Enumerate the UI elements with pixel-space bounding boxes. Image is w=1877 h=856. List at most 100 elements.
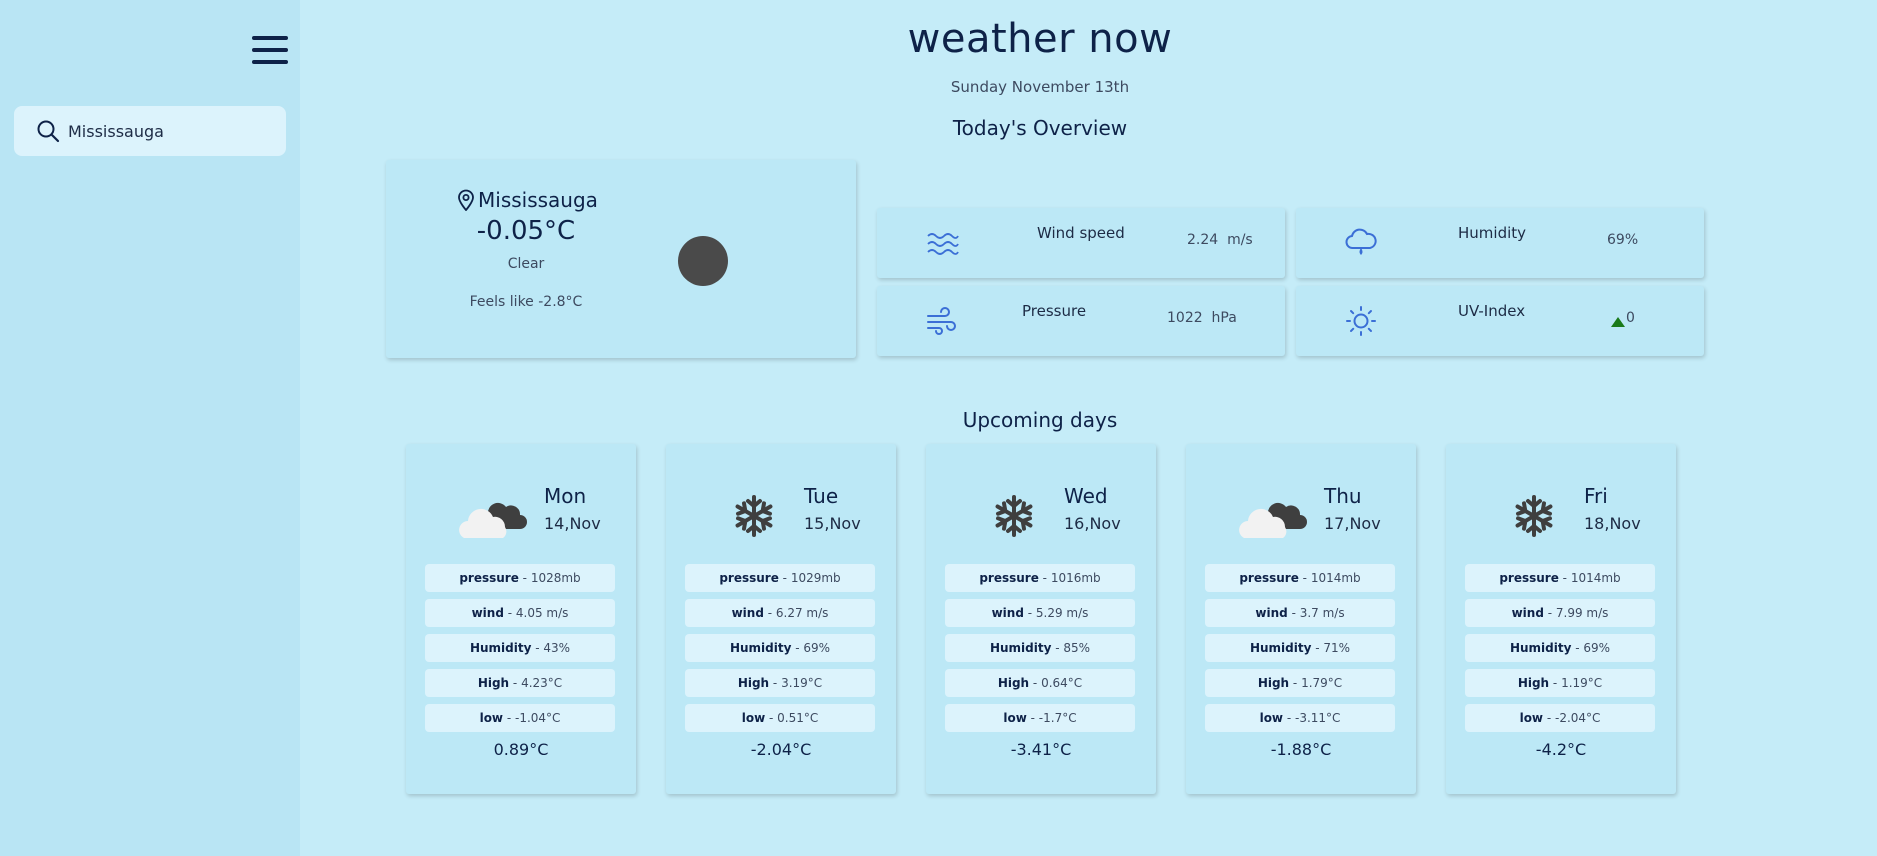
search-icon — [37, 120, 60, 143]
forecast-wind: wind - 6.27 m/s — [685, 599, 875, 627]
forecast-humidity-label: Humidity — [469, 641, 532, 655]
forecast-wind-label: wind — [731, 606, 764, 620]
forecast-wind-label: wind — [1255, 606, 1288, 620]
upcoming-title: Upcoming days — [962, 408, 1118, 432]
forecast-humidity-value: - 71% — [1311, 641, 1351, 655]
forecast-humidity-label: Humidity — [1249, 641, 1312, 655]
current-date: Sunday November 13th — [950, 78, 1130, 96]
forecast-high-value: - 1.19°C — [1549, 676, 1603, 690]
forecast-humidity-label: Humidity — [1509, 641, 1572, 655]
forecast-wind-value: - 3.7 m/s — [1287, 606, 1345, 620]
forecast-pressure: pressure - 1029mb — [685, 564, 875, 592]
overview-title: Today's Overview — [952, 116, 1128, 140]
forecast-wind-value: - 7.99 m/s — [1543, 606, 1609, 620]
forecast-low-label: low — [479, 711, 504, 725]
cloudy-icon — [459, 502, 527, 538]
forecast-wind: wind - 7.99 m/s — [1465, 599, 1655, 627]
forecast-card-thu: Thu 17,Nov pressure - 1014mb wind - 3.7 m/s… — [1186, 444, 1416, 794]
forecast-pressure-label: pressure — [1239, 571, 1299, 585]
metric-label: Wind speed — [1037, 224, 1125, 242]
forecast-pressure-label: pressure — [1499, 571, 1559, 585]
forecast-low-label: low — [1259, 711, 1284, 725]
snowflake-icon — [1515, 495, 1553, 537]
forecast-date: 14,Nov — [544, 514, 601, 533]
forecast-day-name: Wed — [1064, 484, 1108, 508]
forecast-high-value: - 1.79°C — [1289, 676, 1343, 690]
forecast-humidity-value: - 69% — [791, 641, 831, 655]
forecast-pressure: pressure - 1014mb — [1205, 564, 1395, 592]
forecast-low-value: - -2.04°C — [1543, 711, 1601, 725]
forecast-wind-value: - 6.27 m/s — [763, 606, 829, 620]
forecast-pressure-value: - 1028mb — [518, 571, 581, 585]
forecast-high-label: High — [997, 676, 1030, 690]
forecast-pressure: pressure - 1016mb — [945, 564, 1135, 592]
forecast-pressure-label: pressure — [719, 571, 779, 585]
forecast-date: 16,Nov — [1064, 514, 1121, 533]
forecast-date: 15,Nov — [804, 514, 861, 533]
metric-uv-index: UV-Index 0 — [1296, 286, 1704, 356]
snowflake-icon — [995, 495, 1033, 537]
metric-value: 69% — [1607, 232, 1639, 248]
forecast-temperature: 0.89°C — [493, 740, 549, 759]
forecast-low-label: low — [1003, 711, 1027, 725]
forecast-low-label: low — [1519, 711, 1544, 725]
forecast-pressure-value: - 1014mb — [1558, 571, 1621, 585]
forecast-humidity: Humidity - 69% — [685, 634, 875, 662]
forecast-temperature: -3.41°C — [1010, 740, 1072, 759]
forecast-low: low - -1.04°C — [425, 704, 615, 732]
forecast-low-label: low — [741, 711, 766, 725]
forecast-high: High - 1.79°C — [1205, 669, 1395, 697]
current-weather-card: Mississauga -0.05°C Clear Feels like -2.… — [386, 160, 856, 358]
forecast-pressure: pressure - 1028mb — [425, 564, 615, 592]
current-temperature: -0.05°C — [476, 216, 576, 246]
metric-pressure: Pressure 1022 hPa — [877, 286, 1285, 356]
wind-gust-icon — [927, 307, 956, 335]
forecast-day-name: Mon — [544, 484, 587, 508]
forecast-pressure-label: pressure — [979, 571, 1039, 585]
metric-wind-speed: Wind speed 2.24 m/s — [877, 208, 1285, 278]
snowflake-icon — [735, 495, 773, 537]
forecast-high-value: - 0.64°C — [1029, 676, 1083, 690]
forecast-humidity: Humidity - 43% — [425, 634, 615, 662]
rain-cloud-icon — [1345, 228, 1377, 255]
forecast-day-name: Tue — [804, 484, 839, 508]
forecast-wind: wind - 5.29 m/s — [945, 599, 1135, 627]
search-box[interactable] — [14, 106, 286, 156]
search-input[interactable] — [66, 120, 266, 142]
forecast-low-value: - -1.04°C — [503, 711, 561, 725]
forecast-date: 18,Nov — [1584, 514, 1641, 533]
sidebar — [0, 0, 300, 856]
forecast-pressure-value: - 1029mb — [778, 571, 841, 585]
forecast-high-value: - 4.23°C — [509, 676, 563, 690]
forecast-high: High - 4.23°C — [425, 669, 615, 697]
sun-icon — [1346, 306, 1376, 336]
forecast-humidity-value: - 69% — [1571, 641, 1611, 655]
hamburger-menu-icon[interactable] — [252, 36, 288, 64]
forecast-low-value: - -1.7°C — [1026, 711, 1077, 725]
wind-waves-icon — [927, 233, 959, 255]
forecast-wind-value: - 5.29 m/s — [1023, 606, 1089, 620]
forecast-wind-label: wind — [471, 606, 504, 620]
forecast-high: High - 1.19°C — [1465, 669, 1655, 697]
forecast-low: low - -1.7°C — [945, 704, 1135, 732]
forecast-high-label: High — [477, 676, 510, 690]
forecast-humidity: Humidity - 69% — [1465, 634, 1655, 662]
forecast-card-tue: Tue 15,Nov pressure - 1029mb wind - 6.27 m/… — [666, 444, 896, 794]
location-pin-icon — [458, 189, 474, 211]
forecast-wind-value: - 4.05 m/s — [503, 606, 569, 620]
forecast-day-name: Fri — [1584, 484, 1608, 508]
arrow-up-icon — [1611, 317, 1625, 327]
forecast-high-label: High — [1257, 676, 1290, 690]
forecast-date: 17,Nov — [1324, 514, 1381, 533]
metric-value: 1022 hPa — [1167, 310, 1237, 326]
forecast-temperature: -2.04°C — [750, 740, 812, 759]
metric-label: UV-Index — [1458, 302, 1526, 320]
forecast-pressure-value: - 1016mb — [1038, 571, 1101, 585]
forecast-low: low - -2.04°C — [1465, 704, 1655, 732]
forecast-wind: wind - 4.05 m/s — [425, 599, 615, 627]
forecast-wind: wind - 3.7 m/s — [1205, 599, 1395, 627]
metric-value: 0 — [1626, 310, 1635, 326]
metric-value: 2.24 m/s — [1187, 232, 1253, 248]
metric-label: Pressure — [1022, 302, 1087, 320]
feels-like: Feels like -2.8°C — [469, 294, 583, 310]
